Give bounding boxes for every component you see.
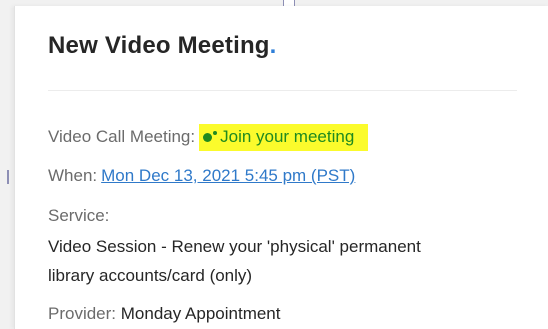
video-call-label: Video Call Meeting: xyxy=(48,127,196,146)
join-meeting-text: Join your meeting xyxy=(220,127,355,146)
email-window: New Video Meeting. Video Call Meeting: Jo… xyxy=(0,0,548,329)
meeting-title-text: New Video Meeting xyxy=(48,32,270,59)
side-edge-mark xyxy=(7,170,9,184)
provider-value: Monday Appointment xyxy=(120,304,281,323)
when-label: When: xyxy=(48,166,98,185)
service-label-row: Service: xyxy=(48,205,109,227)
service-description-line-1: Video Session - Renew your 'physical' pe… xyxy=(48,237,421,256)
meeting-dots-icon xyxy=(203,131,218,143)
title-divider xyxy=(48,90,517,91)
service-label: Service: xyxy=(48,206,110,225)
provider-row: Provider: Monday Appointment xyxy=(48,303,280,325)
video-call-row: Video Call Meeting: Join your meeting xyxy=(48,124,369,151)
when-row: When: Mon Dec 13, 2021 5:45 pm (PST) xyxy=(48,165,355,187)
meeting-datetime-link[interactable]: Mon Dec 13, 2021 5:45 pm (PST) xyxy=(101,166,355,185)
service-description-line-2: library accounts/card (only) xyxy=(48,266,253,285)
title-accent-dot: . xyxy=(269,32,277,59)
provider-label: Provider: xyxy=(48,304,117,323)
meeting-title: New Video Meeting. xyxy=(48,32,277,60)
join-meeting-link[interactable]: Join your meeting xyxy=(199,124,369,151)
meeting-card: New Video Meeting. Video Call Meeting: Jo… xyxy=(14,6,548,329)
